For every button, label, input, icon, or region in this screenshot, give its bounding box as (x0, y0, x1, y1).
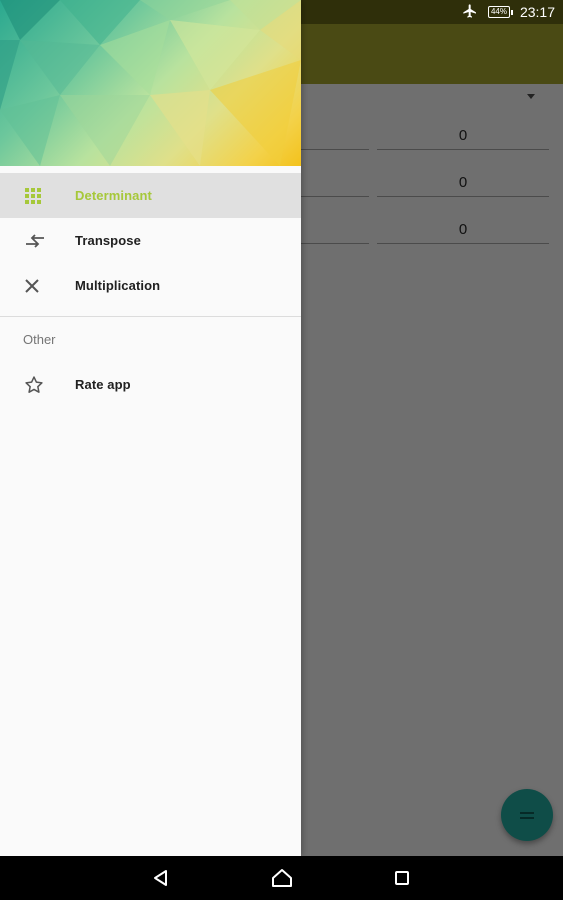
battery-level: 44% (490, 7, 507, 16)
drawer-item-label: Rate app (75, 377, 131, 392)
matrix-cell[interactable]: 0 (377, 217, 549, 244)
drawer-item-transpose[interactable]: Transpose (0, 218, 301, 263)
system-nav-bar (0, 856, 563, 900)
matrix-cell[interactable] (301, 123, 369, 150)
drawer-item-label: Determinant (75, 188, 152, 203)
star-outline-icon (0, 375, 75, 395)
drawer-divider (0, 316, 301, 317)
swap-arrows-icon (0, 232, 75, 250)
dropdown-arrow-icon[interactable] (527, 94, 535, 99)
multiply-icon (0, 278, 75, 294)
recents-icon[interactable] (372, 856, 432, 900)
navigation-drawer: Determinant Transpose Multiplication Oth… (0, 0, 301, 856)
drawer-item-label: Multiplication (75, 278, 161, 293)
drawer-item-label: Transpose (75, 233, 141, 248)
battery-icon: 44% (487, 6, 513, 18)
section-header-other: Other (23, 332, 56, 347)
drawer-item-multiplication[interactable]: Multiplication (0, 263, 301, 308)
airplane-mode-icon (462, 3, 478, 22)
clock: 23:17 (519, 4, 555, 20)
drawer-item-rate-app[interactable]: Rate app (0, 362, 301, 407)
equals-icon (520, 811, 534, 819)
drawer-item-determinant[interactable]: Determinant (0, 173, 301, 218)
matrix-cell[interactable] (301, 217, 369, 244)
matrix-cell[interactable]: 0 (377, 170, 549, 197)
home-icon[interactable] (252, 856, 312, 900)
grid-icon (0, 187, 75, 205)
calculate-fab[interactable] (501, 789, 553, 841)
drawer-header-image (0, 0, 301, 166)
back-icon[interactable] (131, 856, 191, 900)
matrix-cell[interactable]: 0 (377, 123, 549, 150)
matrix-cell[interactable] (301, 170, 369, 197)
